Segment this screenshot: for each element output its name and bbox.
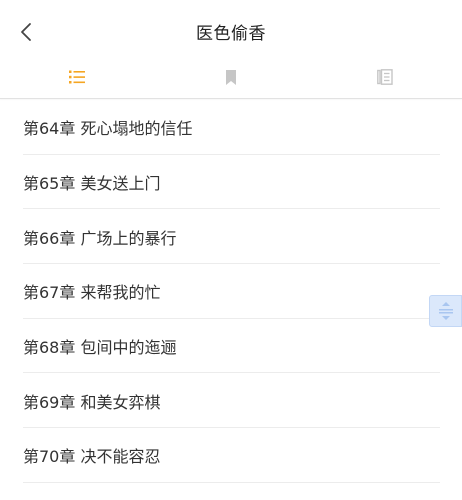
chapter-label: 第68章 包间中的迤逦 — [23, 338, 177, 358]
tab-bookmarks[interactable] — [154, 64, 308, 90]
page-title: 医色偷香 — [196, 24, 266, 44]
chapter-label: 第64章 死心塌地的信任 — [23, 119, 193, 139]
chapter-item[interactable]: 第67章 来帮我的忙 — [0, 264, 462, 319]
tab-bar — [0, 64, 462, 98]
chapter-item[interactable]: 第66章 广场上的暴行 — [0, 209, 462, 264]
chapter-label: 第69章 和美女弈棋 — [23, 392, 161, 412]
scroll-handle[interactable] — [429, 295, 462, 327]
tab-notes[interactable] — [308, 64, 462, 90]
chapter-label: 第65章 美女送上门 — [23, 174, 161, 194]
tab-catalog[interactable] — [0, 64, 154, 90]
chapter-item[interactable]: 第70章 决不能容忍 — [0, 428, 462, 483]
notes-icon — [377, 69, 393, 85]
chapter-label: 第66章 广场上的暴行 — [23, 228, 177, 248]
chapter-label: 第67章 来帮我的忙 — [23, 283, 161, 303]
list-icon — [69, 70, 85, 84]
chapter-item[interactable]: 第64章 死心塌地的信任 — [0, 100, 462, 155]
chapter-label: 第70章 决不能容忍 — [23, 447, 161, 467]
chapter-item[interactable]: 第65章 美女送上门 — [0, 155, 462, 210]
tabs-divider — [0, 98, 462, 99]
bookmark-icon — [226, 69, 236, 85]
chapter-list: 第64章 死心塌地的信任 第65章 美女送上门 第66章 广场上的暴行 第67章… — [0, 100, 462, 483]
chapter-item[interactable]: 第69章 和美女弈棋 — [0, 373, 462, 428]
chapter-item[interactable]: 第68章 包间中的迤逦 — [0, 319, 462, 374]
header: 医色偷香 — [0, 0, 462, 64]
drag-handle-icon — [438, 302, 453, 320]
chapter-catalog-page: 医色偷香 第64章 死心塌地的信任 第65章 美女送上门 第66章 广场上的暴行… — [0, 0, 462, 500]
